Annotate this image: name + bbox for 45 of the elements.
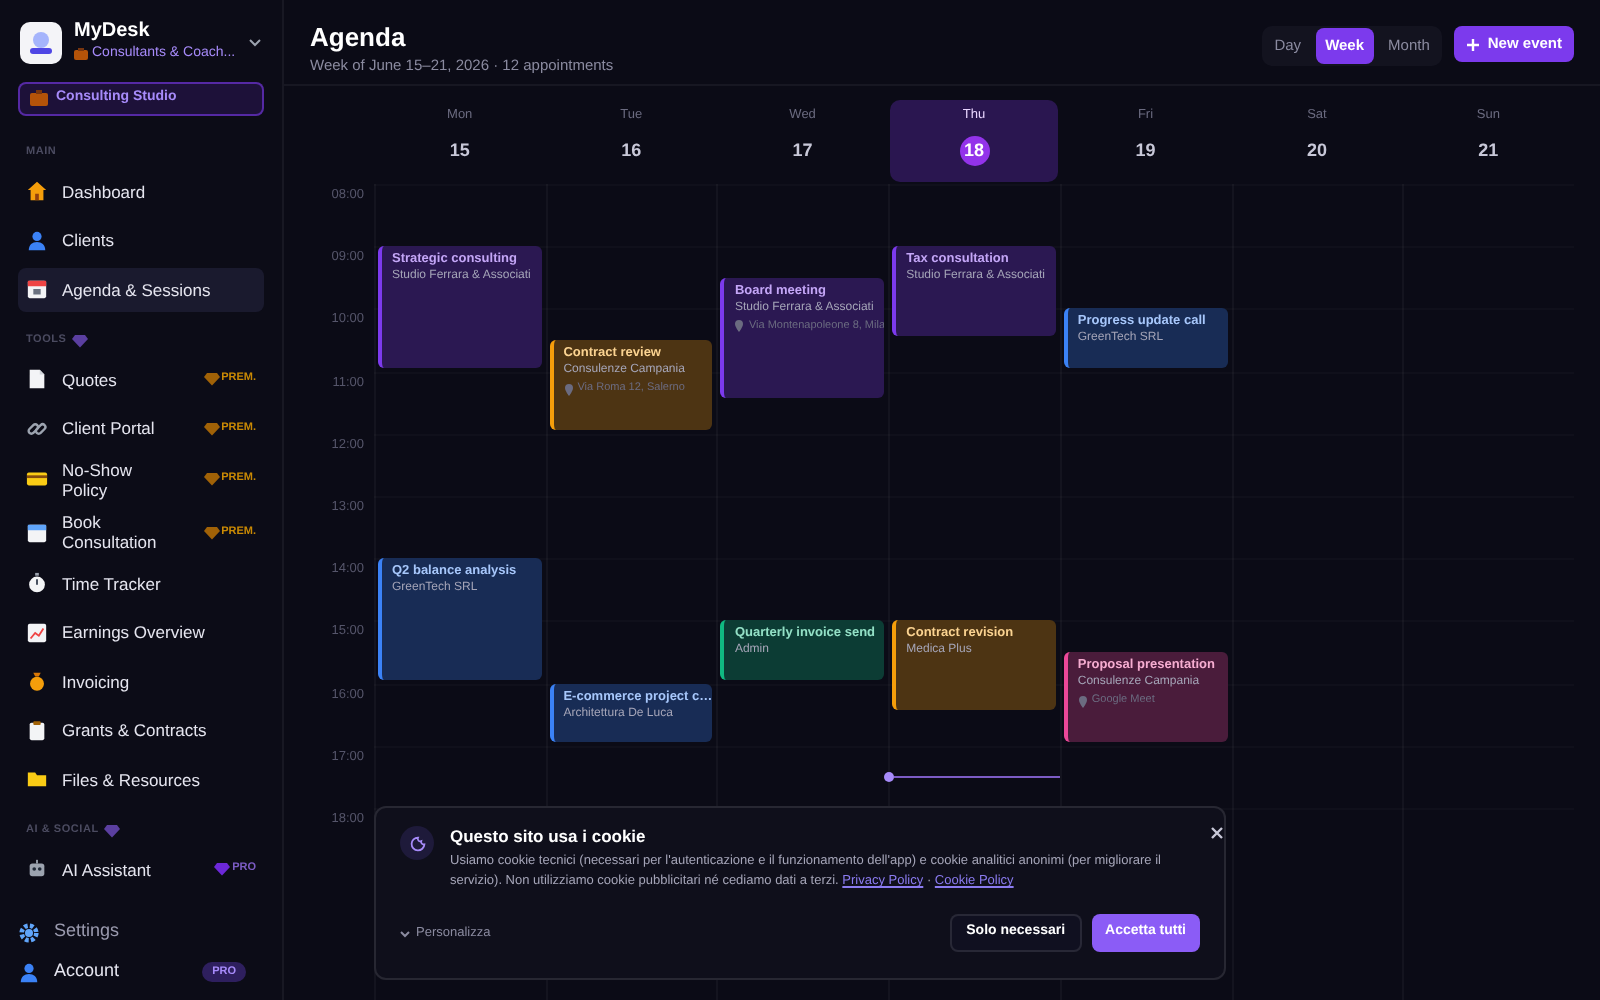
calendar-icon	[26, 278, 48, 300]
document-icon	[26, 368, 48, 390]
link-icon	[26, 417, 48, 439]
gear-icon	[18, 921, 40, 943]
person-icon	[26, 229, 48, 251]
diamond-icon	[214, 862, 231, 876]
sidebar-item[interactable]: Agenda & Sessions	[18, 267, 264, 311]
chevron-down-icon	[400, 929, 410, 937]
diamond-icon	[203, 525, 220, 539]
plus-icon	[1465, 37, 1480, 51]
diamond-icon	[203, 472, 220, 486]
diamond-icon	[72, 334, 89, 348]
robot-icon	[26, 858, 48, 880]
cookie-title: Questo sito usa i cookie	[450, 826, 648, 848]
diamond-icon	[203, 372, 220, 386]
sidebar-item[interactable]: Grants & Contracts	[18, 708, 264, 752]
clipboard-icon	[26, 719, 48, 741]
pin-icon	[734, 320, 745, 333]
briefcase-icon	[74, 48, 88, 61]
close-icon[interactable]	[1210, 826, 1224, 840]
diamond-icon	[203, 421, 220, 435]
footer-item[interactable]: Settings	[0, 912, 264, 952]
card-icon	[26, 468, 48, 490]
sidebar-item[interactable]: Files & Resources	[18, 757, 264, 801]
briefcase-icon	[30, 90, 48, 106]
sidebar-item[interactable]: Clients	[18, 218, 264, 262]
sidebar-item[interactable]: Time Tracker	[18, 561, 264, 605]
app-title: MyDesk	[74, 20, 152, 44]
chevron-down-icon[interactable]	[248, 37, 262, 48]
chart-icon	[26, 621, 48, 643]
pin-icon	[563, 383, 574, 395]
sidebar-item[interactable]: Invoicing	[18, 659, 264, 703]
sidebar-item[interactable]: Earnings Overview	[18, 610, 264, 654]
folder-icon	[26, 768, 48, 790]
pin-icon	[1077, 695, 1088, 707]
app-logo	[20, 21, 62, 64]
house-icon	[26, 180, 48, 202]
diamond-icon	[104, 824, 121, 838]
money-bag-icon	[26, 670, 48, 692]
page-title: Agenda	[310, 22, 408, 54]
sidebar-item[interactable]: Dashboard	[18, 169, 264, 213]
calendar-icon	[26, 521, 48, 543]
person-icon	[18, 961, 40, 983]
cookie-icon	[400, 826, 434, 860]
stopwatch-icon	[26, 572, 48, 594]
